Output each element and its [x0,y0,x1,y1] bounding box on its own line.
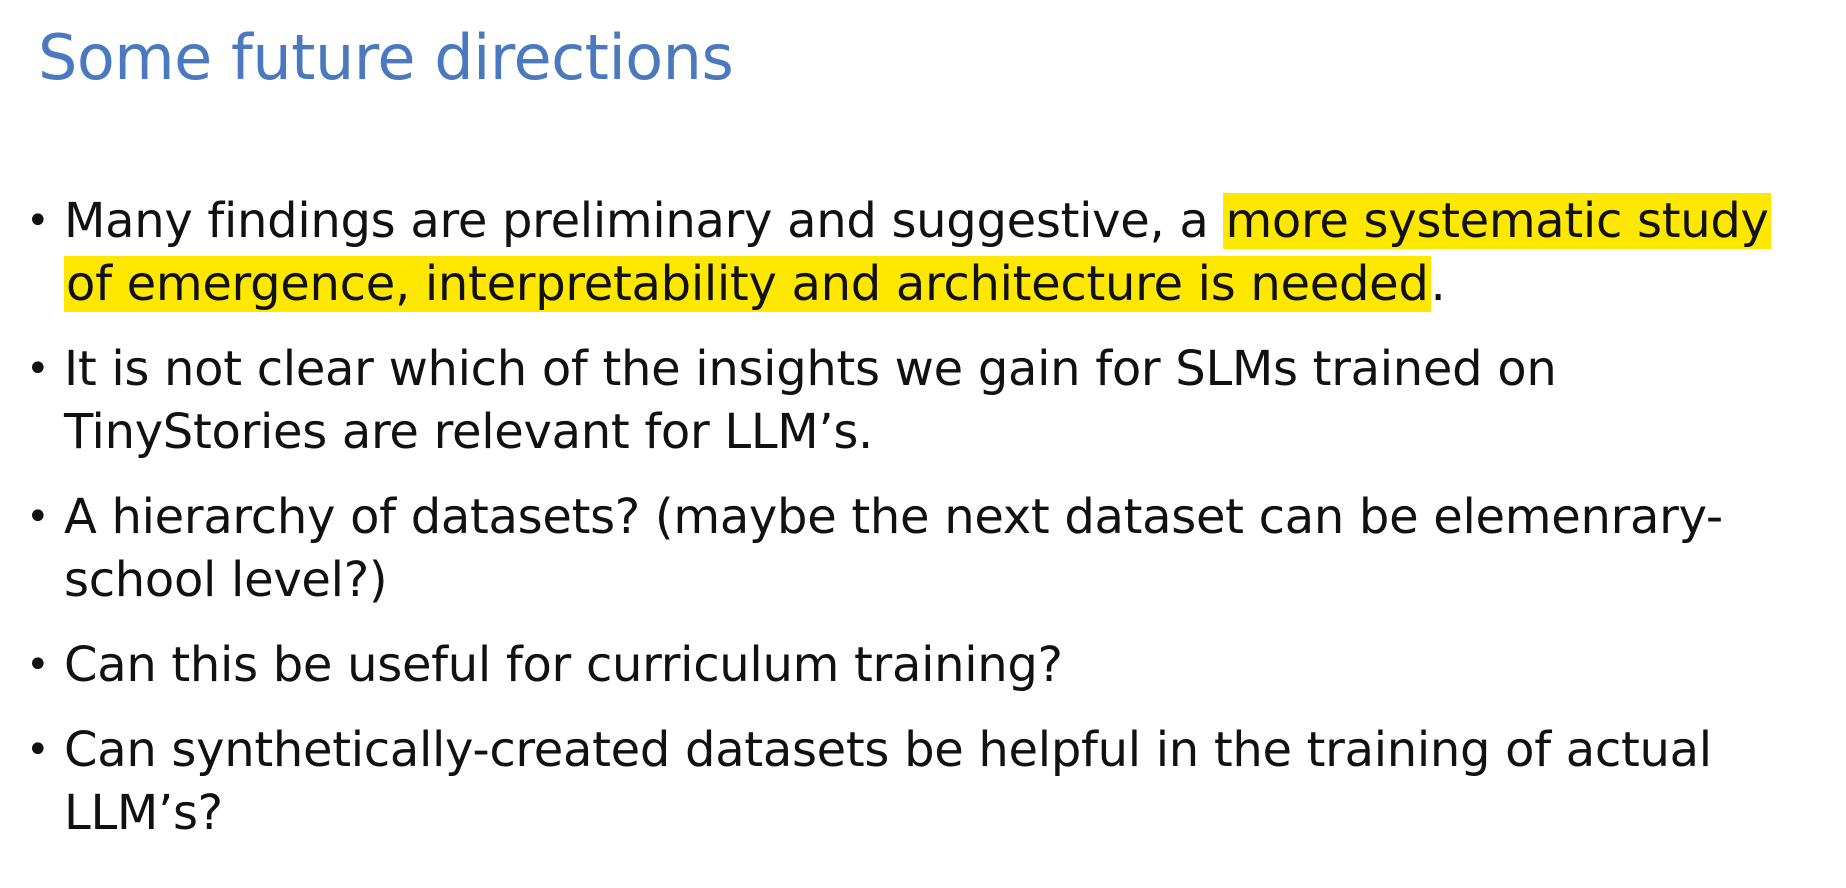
bullet-list: • Many findings are preliminary and sugg… [22,190,1822,867]
slide-title: Some future directions [38,21,734,94]
bullet-item: • Can this be useful for curriculum trai… [22,634,1822,697]
bullet-item: • Many findings are preliminary and sugg… [22,190,1822,316]
bullet-text: Can synthetically-created datasets be he… [64,722,1712,841]
bullet-text-end: . [1430,256,1446,312]
bullet-text: Can this be useful for curriculum traini… [64,637,1063,693]
bullet-icon: • [26,727,50,773]
bullet-item: • Can synthetically-created datasets be … [22,719,1822,845]
bullet-text: It is not clear which of the insights we… [64,341,1557,460]
bullet-item: • A hierarchy of datasets? (maybe the ne… [22,486,1822,612]
bullet-item: • It is not clear which of the insights … [22,338,1822,464]
bullet-icon: • [26,346,50,392]
bullet-icon: • [26,494,50,540]
bullet-icon: • [26,198,50,244]
bullet-text: A hierarchy of datasets? (maybe the next… [64,489,1723,608]
slide: Some future directions • Many findings a… [0,0,1846,888]
bullet-icon: • [26,642,50,688]
bullet-text: Many findings are preliminary and sugges… [64,193,1224,249]
